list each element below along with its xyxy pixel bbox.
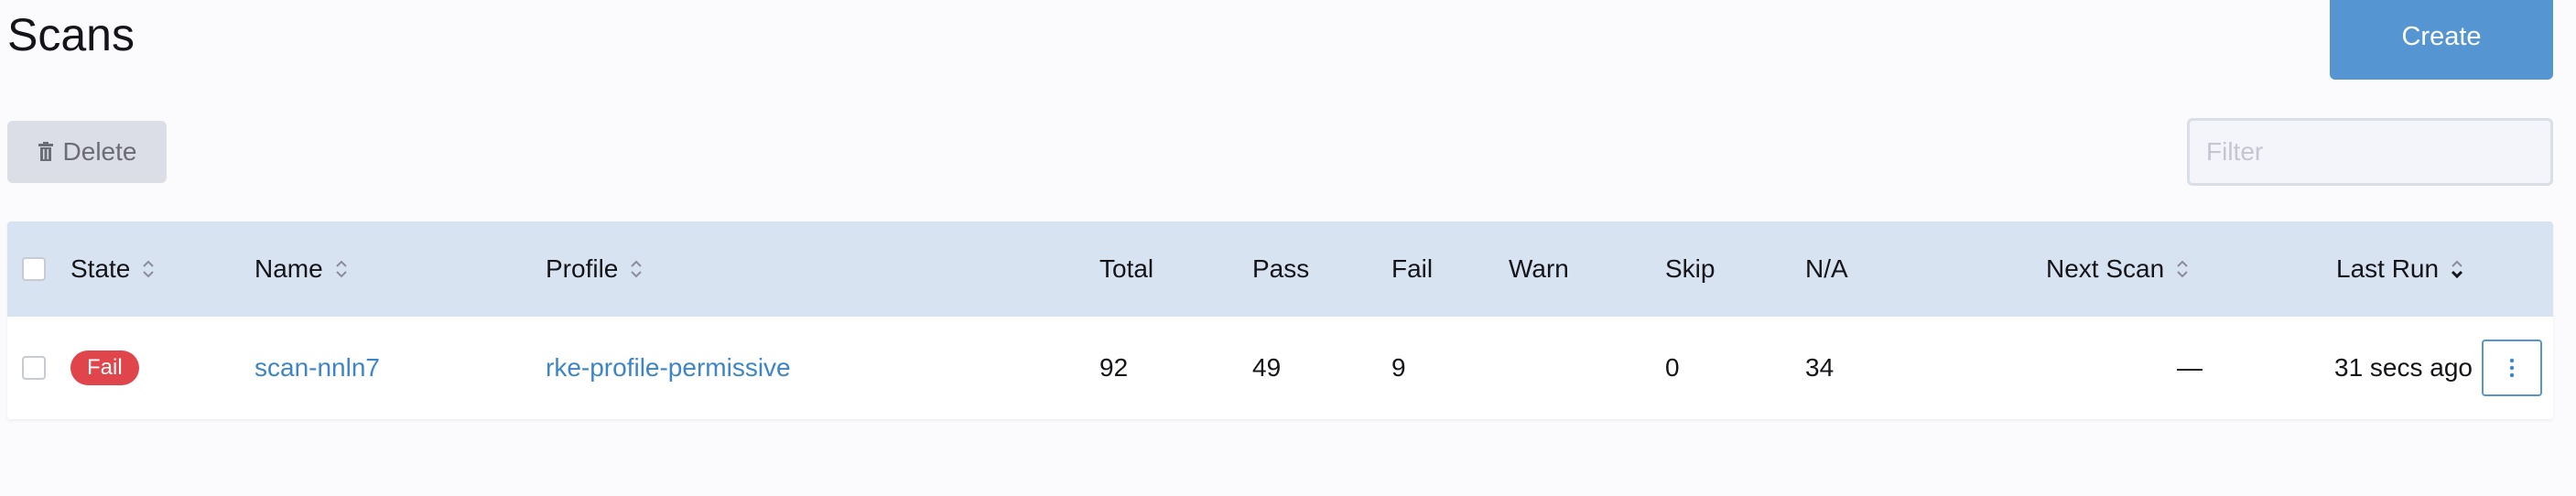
- delete-button[interactable]: Delete: [7, 121, 167, 183]
- column-header-state[interactable]: State: [70, 221, 156, 317]
- column-label-next-scan: Next Scan: [2046, 254, 2165, 283]
- column-header-warn: Warn: [1509, 221, 1569, 317]
- next-scan-cell: —: [2177, 353, 2203, 382]
- column-header-name[interactable]: Name: [254, 221, 349, 317]
- column-header-na: N/A: [1805, 221, 1848, 317]
- profile-cell: rke-profile-permissive: [546, 317, 791, 419]
- trash-icon: [38, 142, 53, 161]
- column-header-profile[interactable]: Profile: [546, 221, 644, 317]
- status-badge: Fail: [70, 350, 139, 385]
- delete-button-label: Delete: [62, 137, 137, 166]
- page-title: Scans: [7, 9, 135, 60]
- skip-cell: 0: [1665, 353, 1680, 382]
- row-actions-button[interactable]: [2482, 340, 2542, 396]
- row-select-cell: [22, 317, 46, 419]
- select-all-cell: [22, 221, 46, 317]
- column-label-total: Total: [1099, 254, 1154, 283]
- name-cell: scan-nnln7: [254, 317, 380, 419]
- profile-link[interactable]: rke-profile-permissive: [546, 353, 791, 383]
- select-all-checkbox[interactable]: [22, 257, 46, 281]
- scan-name-link[interactable]: scan-nnln7: [254, 353, 380, 383]
- column-label-pass: Pass: [1252, 254, 1310, 283]
- fail-cell: 9: [1391, 353, 1406, 382]
- column-header-pass: Pass: [1252, 221, 1309, 317]
- total-cell: 92: [1099, 353, 1129, 382]
- column-label-fail: Fail: [1391, 254, 1434, 283]
- sort-arrows-icon: [143, 260, 155, 278]
- table-row: Fail scan-nnln7 rke-profile-permissive 9…: [7, 317, 2553, 419]
- scans-page: Scans Create Delete State: [0, 0, 2576, 496]
- column-label-skip: Skip: [1665, 254, 1716, 283]
- sort-arrows-icon: [631, 260, 643, 278]
- column-header-fail: Fail: [1391, 221, 1433, 317]
- na-cell: 34: [1805, 353, 1835, 382]
- column-label-profile: Profile: [546, 254, 619, 283]
- table-header: State Name Profile Total Pass Fail Warn …: [7, 221, 2553, 317]
- pass-cell: 49: [1252, 353, 1282, 382]
- row-checkbox[interactable]: [22, 356, 46, 380]
- sort-arrows-icon: [335, 260, 347, 278]
- vertical-dots-icon: [2509, 358, 2515, 378]
- column-label-last-run: Last Run: [2336, 254, 2440, 283]
- create-button[interactable]: Create: [2330, 0, 2553, 80]
- sort-arrows-icon: [2177, 260, 2188, 278]
- scans-table: State Name Profile Total Pass Fail Warn …: [7, 221, 2553, 419]
- column-header-total: Total: [1099, 221, 1153, 317]
- column-header-last-run[interactable]: Last Run: [2336, 221, 2464, 317]
- state-cell: Fail: [70, 317, 139, 419]
- column-label-warn: Warn: [1509, 254, 1569, 283]
- sort-desc-icon: [2452, 260, 2463, 279]
- column-label-state: State: [70, 254, 131, 283]
- column-header-skip: Skip: [1665, 221, 1715, 317]
- column-label-name: Name: [254, 254, 323, 283]
- filter-input[interactable]: [2187, 118, 2553, 186]
- last-run-cell: 31 secs ago: [2334, 353, 2473, 382]
- column-label-na: N/A: [1805, 254, 1848, 283]
- column-header-next-scan[interactable]: Next Scan: [2046, 221, 2190, 317]
